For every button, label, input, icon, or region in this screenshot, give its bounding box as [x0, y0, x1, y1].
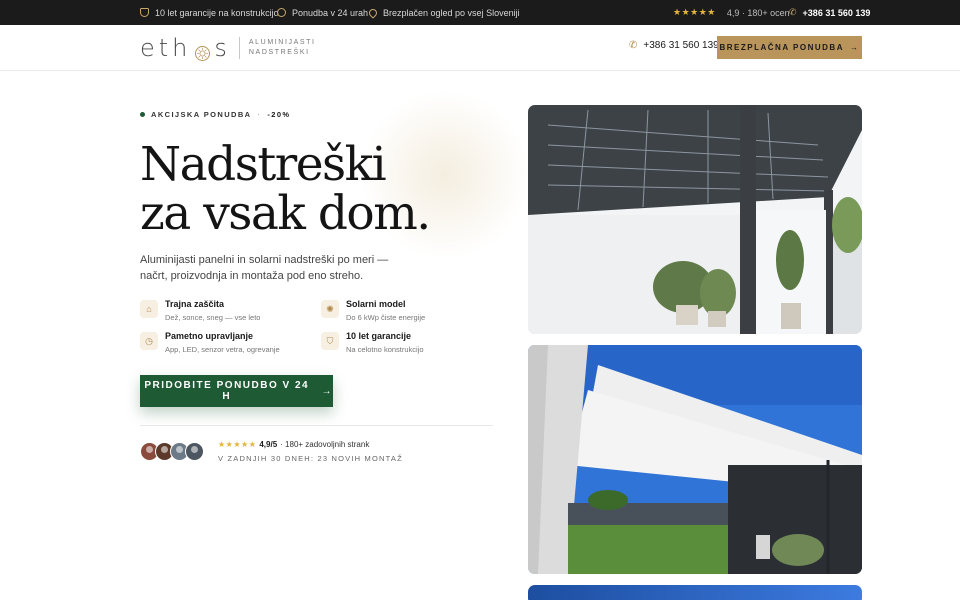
clock-icon: ◷	[140, 332, 158, 350]
shield-icon: ⛉	[321, 332, 339, 350]
logo-divider	[238, 37, 240, 59]
top-phone-link[interactable]: ✆ +386 31 560 139	[789, 0, 870, 25]
inspection-note: Brezplačen ogled po vsej Sloveniji	[367, 0, 520, 25]
top-info-bar: 10 let garancije na konstrukcijo Ponudba…	[0, 0, 960, 25]
shield-icon	[140, 8, 149, 17]
hero-headline: Nadstreški za vsak dom.	[140, 137, 431, 241]
discount-badge: -20%	[267, 110, 291, 119]
home-icon: ⌂	[140, 300, 158, 318]
customer-rating: ★★★★★ 4,9/5 · 180+ zadovoljnih strank	[218, 440, 370, 449]
feature-item: ✺ Solarni model Do 6 kWp čiste energije	[321, 299, 491, 327]
phone-icon: ✆	[629, 40, 638, 51]
sun-logo-icon	[194, 40, 211, 61]
arrow-right-icon: →	[321, 385, 333, 397]
feature-item: ◷ Pametno upravljanje App, LED, senzor v…	[140, 331, 310, 359]
logo-wordmark: eth s	[140, 34, 231, 62]
top-rating: ★★★★★ 4,9 · 180+ ocen	[673, 0, 790, 25]
rating-stars: ★★★★★	[218, 440, 257, 449]
pergola-photo-terrace[interactable]	[528, 345, 862, 574]
phone-icon: ✆	[789, 7, 797, 17]
feature-item: ⌂ Trajna zaščita Dež, sonce, sneg — vse …	[140, 299, 310, 327]
feature-item: ⛉ 10 let garancije Na celotno konstrukci…	[321, 331, 491, 359]
avatar	[185, 442, 204, 461]
divider	[140, 425, 493, 426]
customer-avatars	[140, 442, 204, 461]
sun-icon: ✺	[321, 300, 339, 318]
hero-description: Aluminijasti panelni in solarni nadstreš…	[140, 254, 389, 282]
logo-tagline: ALUMINIJASTI NADSTREŠKI	[248, 39, 316, 56]
logo[interactable]: eth s ALUMINIJASTI NADSTREŠKI	[140, 34, 316, 62]
pergola-photo-solar[interactable]	[528, 105, 862, 334]
get-offer-button[interactable]: PRIDOBITE PONUDBO V 24 H →	[140, 375, 333, 407]
warranty-note: 10 let garancije na konstrukcijo	[140, 0, 279, 25]
rating-text: 4,9 · 180+ ocen	[726, 7, 790, 18]
header-phone-link[interactable]: ✆ +386 31 560 139	[629, 40, 719, 51]
pergola-photo-third[interactable]	[528, 585, 862, 600]
free-offer-button[interactable]: BREZPLAČNA PONUDBA →	[717, 36, 862, 59]
status-dot-icon	[140, 112, 145, 117]
location-pin-icon	[367, 6, 379, 19]
feature-list: ⌂ Trajna zaščita Dež, sonce, sneg — vse …	[140, 299, 480, 359]
rating-score: 4,9/5	[259, 440, 278, 449]
offer-time-note: Ponudba v 24 urah	[277, 0, 368, 25]
arrow-right-icon: →	[849, 43, 860, 52]
clock-icon	[277, 8, 286, 17]
rating-stars: ★★★★★	[673, 7, 716, 17]
promo-label: AKCIJSKA PONUDBA · -20%	[140, 110, 290, 119]
recent-installs-note: V ZADNJIH 30 DNEH: 23 NOVIH MONTAŽ	[218, 454, 403, 463]
site-header: eth s ALUMINIJASTI NADSTREŠKI ✆ +386 31 …	[0, 25, 960, 71]
